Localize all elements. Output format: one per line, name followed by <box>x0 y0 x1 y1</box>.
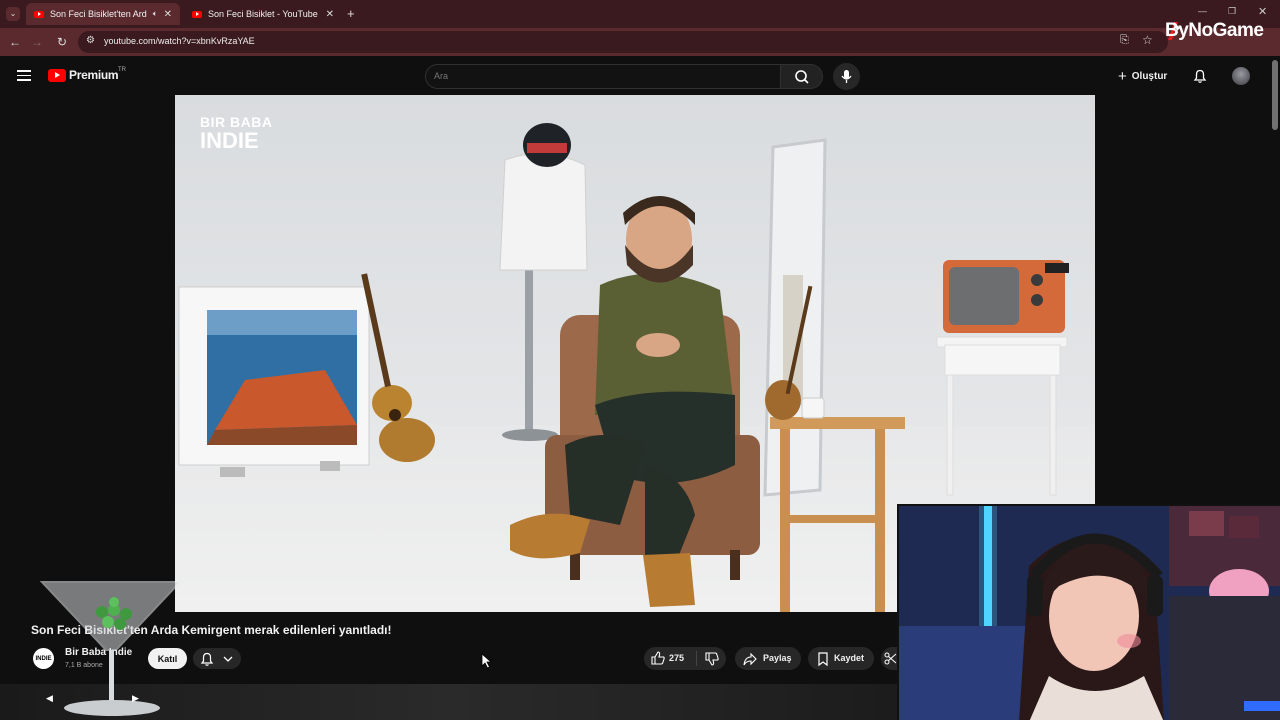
notifications-bell-icon[interactable] <box>1192 68 1208 84</box>
tab-title: Son Feci Bisiklet - YouTube <box>208 9 318 19</box>
martini-glass-overlay <box>40 581 183 716</box>
close-window-button[interactable]: ✕ <box>1258 5 1267 18</box>
new-tab-button[interactable]: + <box>347 6 355 21</box>
region-code: TR <box>118 67 126 73</box>
tab-title: Son Feci Bisiklet'ten Arda K <box>50 9 147 19</box>
bell-icon <box>200 652 233 666</box>
mouse-cursor-icon <box>481 653 493 669</box>
next-arrow-icon[interactable]: ▶ <box>132 693 139 704</box>
hamburger-menu-icon[interactable] <box>17 70 31 81</box>
install-app-icon[interactable]: ⎘ <box>1120 34 1129 47</box>
scissors-icon <box>884 652 897 665</box>
bynogame-brand: ByNoGame <box>1165 20 1264 41</box>
forward-arrow-icon[interactable]: → <box>29 34 45 50</box>
share-button[interactable]: Paylaş <box>735 647 801 670</box>
previous-arrow-icon[interactable]: ◀ <box>46 693 53 704</box>
page-scrollbar[interactable] <box>1272 60 1278 130</box>
minimize-window-button[interactable]: — <box>1198 6 1207 16</box>
subscription-bell-button[interactable] <box>193 648 241 669</box>
pill-divider <box>696 651 697 666</box>
account-avatar[interactable] <box>1232 67 1250 85</box>
youtube-logo[interactable]: Premium <box>48 68 119 82</box>
dislike-icon[interactable] <box>704 651 720 667</box>
youtube-favicon-icon <box>192 10 202 18</box>
clip-button[interactable] <box>881 647 897 670</box>
bookmark-star-icon[interactable]: ☆ <box>1142 33 1153 47</box>
create-label: Oluştur <box>1131 70 1168 82</box>
speaker-icon: 🔈︎ <box>152 9 158 18</box>
url-text[interactable]: youtube.com/watch?v=xbnKvRzaYAE <box>104 36 255 46</box>
youtube-favicon-icon <box>34 10 44 18</box>
bookmark-icon <box>818 652 828 667</box>
search-input[interactable]: Ara <box>425 64 781 89</box>
browser-tab-1[interactable]: Son Feci Bisiklet'ten Arda K 🔈︎ ✕ <box>26 3 180 25</box>
like-icon[interactable] <box>650 650 666 666</box>
reload-icon[interactable]: ↻ <box>54 34 70 50</box>
save-button[interactable]: Kaydet <box>808 647 874 670</box>
share-icon <box>743 652 757 666</box>
webcam-scene <box>899 506 1280 720</box>
chevron-down-icon <box>223 656 233 662</box>
like-dislike-group: 275 <box>644 647 726 670</box>
search-icon <box>795 70 809 84</box>
browser-tab-2[interactable]: Son Feci Bisiklet - YouTube ✕ <box>184 3 342 25</box>
youtube-play-icon <box>48 68 66 82</box>
browser-tab-bar: ⌄ Son Feci Bisiklet'ten Arda K 🔈︎ ✕ Son … <box>0 0 1280 28</box>
tab-list-dropdown[interactable]: ⌄ <box>6 7 20 21</box>
streamer-webcam <box>897 504 1280 720</box>
search-button[interactable] <box>781 64 823 89</box>
plus-icon: + <box>1118 67 1127 85</box>
back-arrow-icon[interactable]: ← <box>7 34 23 50</box>
close-tab-icon[interactable]: ✕ <box>326 9 334 20</box>
close-tab-icon[interactable]: ✕ <box>164 9 172 20</box>
save-label: Kaydet <box>834 653 865 663</box>
share-label: Paylaş <box>763 653 792 663</box>
create-button[interactable]: + Oluştur <box>1118 66 1167 86</box>
like-count: 275 <box>669 653 685 663</box>
site-info-icon[interactable]: ⚙ <box>86 35 95 46</box>
microphone-icon <box>841 70 852 83</box>
voice-search-button[interactable] <box>833 63 860 90</box>
restore-window-button[interactable]: ❐ <box>1228 6 1236 17</box>
logo-text: Premium <box>69 68 119 82</box>
search-placeholder: Ara <box>434 71 449 81</box>
